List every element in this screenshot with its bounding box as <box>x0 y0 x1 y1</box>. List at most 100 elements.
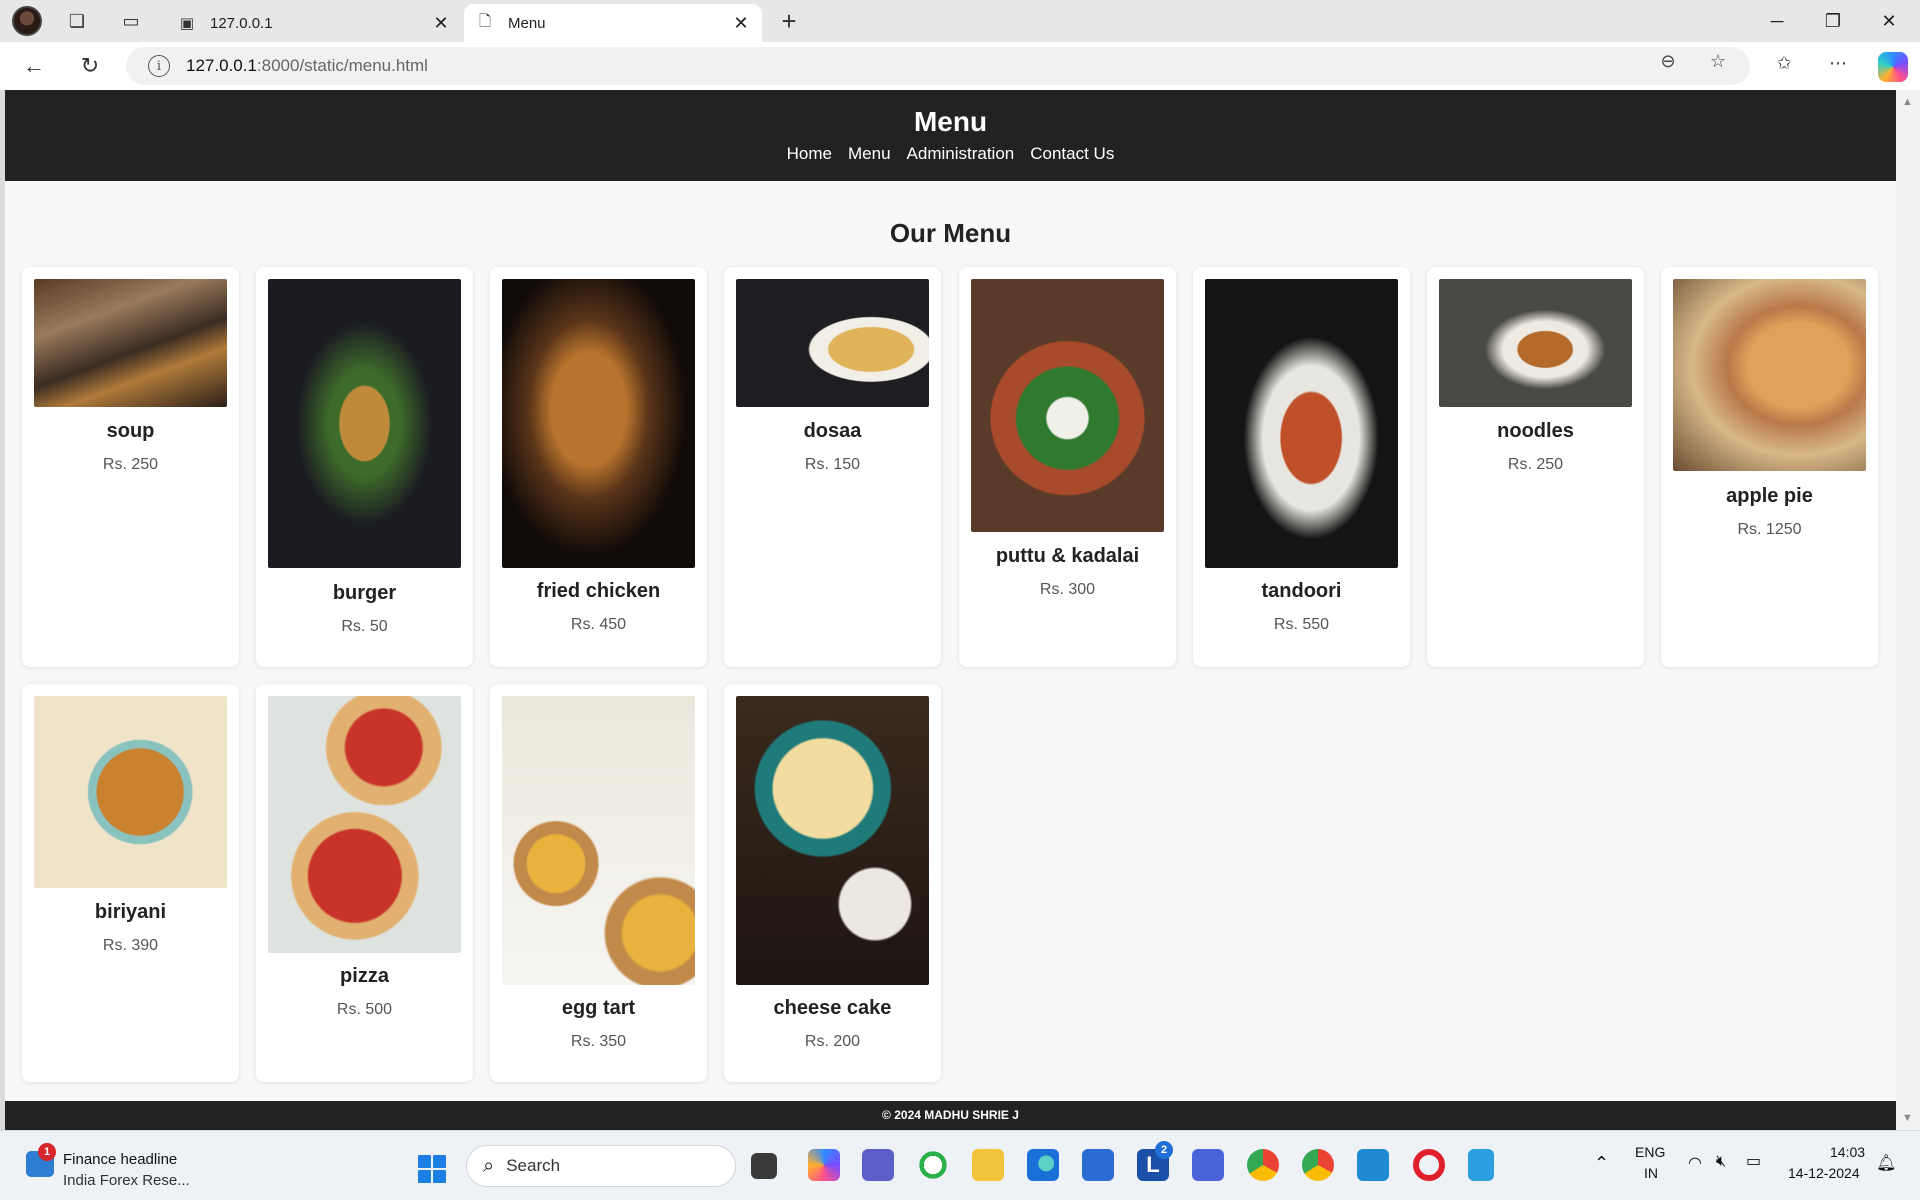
restore-icon[interactable]: ❐ <box>1806 0 1860 42</box>
browser-tab-bar: ❏ ▭ ▣ 127.0.0.1 ✕ 🗋 Menu ✕ + ─ ❐ ✕ <box>0 0 1920 42</box>
site-title: Menu <box>913 106 988 137</box>
menu-item-name: apple pie <box>1726 485 1813 507</box>
menu-item-name: biriyani <box>94 901 167 923</box>
menu-card[interactable]: tandoori Rs. 550 <box>1193 267 1410 667</box>
menu-card[interactable]: puttu & kadalai Rs. 300 <box>959 267 1176 667</box>
food-image-burger <box>268 279 461 568</box>
tray-overflow-icon[interactable]: ⌃ <box>1594 1153 1609 1174</box>
tab-menu[interactable]: 🗋 Menu ✕ <box>464 4 762 42</box>
nav-link-contact-us[interactable]: Contact Us <box>1030 144 1114 164</box>
refresh-app-icon[interactable] <box>917 1149 949 1181</box>
menu-item-price: Rs. 200 <box>804 1033 861 1050</box>
language-region[interactable]: IN <box>1644 1165 1658 1181</box>
menu-card[interactable]: soup Rs. 250 <box>22 267 239 667</box>
language-indicator[interactable]: ENG <box>1635 1144 1665 1160</box>
menu-card[interactable]: egg tart Rs. 350 <box>490 684 707 1082</box>
food-image-noodles <box>1439 279 1632 407</box>
news-widget-subtitle[interactable]: India Forex Rese... <box>63 1172 190 1189</box>
clock-date[interactable]: 14-12-2024 <box>1788 1165 1860 1181</box>
menu-item-name: tandoori <box>1261 580 1342 602</box>
new-tab-button[interactable]: + <box>772 6 806 36</box>
page-scrollbar[interactable]: ▲ ▼ <box>1896 90 1920 1130</box>
clock-time[interactable]: 14:03 <box>1830 1144 1865 1160</box>
menu-card[interactable]: cheese cake Rs. 200 <box>724 684 941 1082</box>
menu-item-price: Rs. 450 <box>570 616 627 633</box>
vscode-icon[interactable] <box>1357 1149 1389 1181</box>
site-header: Menu Home Menu Administration Contact Us <box>5 90 1896 181</box>
search-icon: ⌕ <box>483 1154 495 1177</box>
food-image-pizza <box>268 696 461 953</box>
copilot-app-icon[interactable] <box>808 1149 840 1181</box>
more-options-icon[interactable]: ⋯ <box>1820 50 1856 76</box>
news-widget-title[interactable]: Finance headline <box>63 1151 177 1168</box>
scroll-up-icon[interactable]: ▲ <box>1902 96 1913 108</box>
file-explorer-icon[interactable] <box>972 1149 1004 1181</box>
close-tab-icon[interactable]: ✕ <box>726 8 756 38</box>
page-icon: ▣ <box>179 15 195 32</box>
url-host: 127.0.0.1 <box>186 56 257 75</box>
start-button[interactable] <box>418 1155 446 1183</box>
refresh-icon[interactable]: ↻ <box>72 50 108 82</box>
notification-bell-icon[interactable]: 🔔︎ <box>1876 1153 1896 1173</box>
menu-card[interactable]: biriyani Rs. 390 <box>22 684 239 1082</box>
zoom-out-icon[interactable]: ⊖ <box>1650 48 1686 74</box>
food-image-apple-pie <box>1673 279 1866 471</box>
menu-card[interactable]: pizza Rs. 500 <box>256 684 473 1082</box>
nav-link-menu[interactable]: Menu <box>848 144 891 164</box>
tab-title: Menu <box>508 14 546 32</box>
menu-card[interactable]: noodles Rs. 250 <box>1427 267 1644 667</box>
menu-item-price: Rs. 550 <box>1273 616 1330 633</box>
section-title: Our Menu <box>889 218 1012 248</box>
menu-item-price: Rs. 250 <box>1507 456 1564 473</box>
menu-item-name: pizza <box>340 965 389 987</box>
menu-card[interactable]: apple pie Rs. 1250 <box>1661 267 1878 667</box>
workspaces-icon[interactable]: ❏ <box>58 8 96 34</box>
volume-muted-icon[interactable]: 🔇︎ <box>1716 1153 1726 1171</box>
document-icon: 🗋 <box>478 12 492 30</box>
back-icon[interactable]: ← <box>16 50 52 82</box>
battery-icon[interactable]: ▭ <box>1746 1151 1761 1171</box>
menu-item-name: fried chicken <box>536 580 661 602</box>
copilot-icon[interactable] <box>1878 52 1908 82</box>
task-view-icon[interactable] <box>751 1153 777 1179</box>
minimize-icon[interactable]: ─ <box>1750 0 1804 42</box>
opera-icon[interactable] <box>1413 1149 1445 1181</box>
notepad-icon[interactable] <box>1468 1149 1494 1181</box>
taskbar-search[interactable]: ⌕ Search <box>466 1145 736 1187</box>
food-image-puttu-kadalai <box>971 279 1164 532</box>
chrome-profile-icon[interactable] <box>1302 1149 1334 1181</box>
favorite-star-icon[interactable]: ☆ <box>1700 48 1736 74</box>
store-icon[interactable] <box>1082 1149 1114 1181</box>
profile-avatar[interactable] <box>12 6 42 36</box>
close-tab-icon[interactable]: ✕ <box>426 8 456 38</box>
menu-item-price: Rs. 300 <box>1039 581 1096 598</box>
menu-card[interactable]: fried chicken Rs. 450 <box>490 267 707 667</box>
tab-localhost[interactable]: ▣ 127.0.0.1 ✕ <box>166 4 462 42</box>
nav-link-administration[interactable]: Administration <box>907 144 1015 164</box>
vpn-app-icon[interactable] <box>1192 1149 1224 1181</box>
food-image-tandoori <box>1205 279 1398 568</box>
menu-card[interactable]: dosaa Rs. 150 <box>724 267 941 667</box>
search-label: Search <box>506 1156 561 1175</box>
menu-item-price: Rs. 350 <box>570 1033 627 1050</box>
vertical-tabs-icon[interactable]: ▭ <box>112 8 150 34</box>
menu-item-price: Rs. 1250 <box>1737 521 1802 538</box>
menu-item-name: cheese cake <box>773 997 892 1019</box>
teams-icon[interactable] <box>862 1149 894 1181</box>
wifi-icon[interactable]: ◠ <box>1688 1153 1702 1173</box>
url-field[interactable]: i 127.0.0.1:8000/static/menu.html <box>126 47 1750 85</box>
site-footer: © 2024 MADHU SHRIE J <box>5 1101 1896 1130</box>
info-icon[interactable]: i <box>148 55 170 77</box>
edge-icon[interactable] <box>1027 1149 1059 1181</box>
menu-item-name: soup <box>106 420 155 442</box>
nav-link-home[interactable]: Home <box>787 144 832 164</box>
scroll-down-icon[interactable]: ▼ <box>1902 1112 1913 1124</box>
menu-card[interactable]: burger Rs. 50 <box>256 267 473 667</box>
tab-title: 127.0.0.1 <box>210 14 273 32</box>
favorites-icon[interactable]: ✩ <box>1766 50 1802 76</box>
food-image-egg-tart <box>502 696 695 985</box>
chrome-icon[interactable] <box>1247 1149 1279 1181</box>
app-badge: 2 <box>1155 1141 1173 1159</box>
menu-item-price: Rs. 50 <box>341 618 388 635</box>
close-window-icon[interactable]: ✕ <box>1862 0 1916 42</box>
